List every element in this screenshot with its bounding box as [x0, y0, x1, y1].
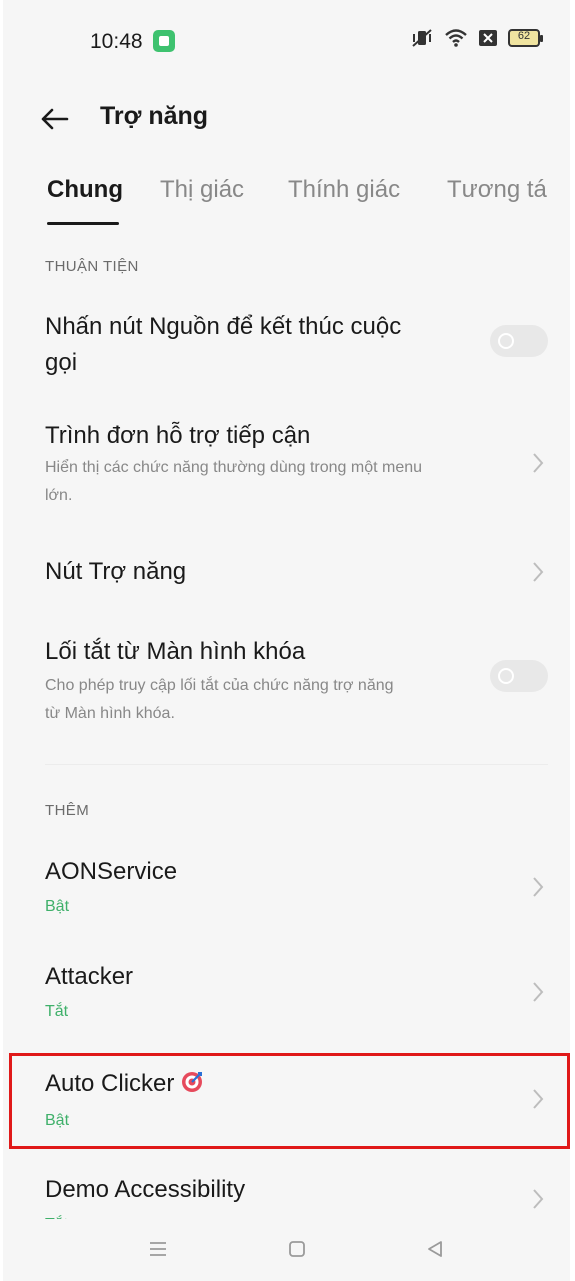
tab-general[interactable]: Chung [47, 176, 123, 204]
row-title: Auto Clicker [45, 1070, 175, 1097]
row-subtitle-continued: lớn. [45, 487, 73, 504]
row-title-continued: gọi [45, 349, 78, 376]
vibrate-mute-icon [412, 29, 432, 47]
status-time: 10:48 [90, 30, 143, 53]
row-status: Tắt [45, 1003, 69, 1020]
row-subtitle: Cho phép truy cập lối tắt của chức năng … [45, 677, 394, 694]
row-aonservice[interactable]: AONService Bật [3, 850, 570, 930]
chevron-right-icon [533, 877, 544, 897]
back-button[interactable] [39, 104, 75, 134]
tab-hearing[interactable]: Thính giác [288, 176, 400, 204]
arrow-left-icon [41, 108, 69, 130]
triangle-back-icon[interactable] [423, 1237, 447, 1261]
status-bar: 10:48 62 [3, 0, 570, 86]
power-button-end-call-toggle[interactable] [490, 325, 548, 357]
menu-icon[interactable] [146, 1237, 170, 1261]
row-title: Lối tắt từ Màn hình khóa [45, 638, 306, 665]
chevron-right-icon [533, 453, 544, 473]
page-title: Trợ năng [100, 102, 209, 130]
row-title: Trình đơn hỗ trợ tiếp cận [45, 422, 311, 449]
chevron-right-icon [533, 1089, 544, 1109]
app-notification-icon [153, 30, 175, 52]
tab-interaction[interactable]: Tương tá [447, 176, 547, 204]
tab-vision[interactable]: Thị giác [160, 176, 244, 204]
accessibility-screen: 10:48 62 Trợ năng Chung Thị giác Thính g… [3, 0, 570, 1281]
wifi-icon [445, 29, 467, 47]
section-divider [45, 764, 548, 765]
row-status: Bật [45, 898, 70, 915]
home-square-icon[interactable] [285, 1237, 309, 1261]
row-title: Nhấn nút Nguồn để kết thúc cuộc [45, 313, 402, 340]
row-title: Nút Trợ năng [45, 558, 187, 585]
chevron-right-icon [533, 562, 544, 582]
category-tabs: Chung Thị giác Thính giác Tương tá [3, 170, 570, 234]
row-subtitle-continued: từ Màn hình khóa. [45, 705, 175, 722]
section-header-more: THÊM [45, 802, 90, 819]
active-tab-indicator [47, 222, 119, 225]
app-header: Trợ năng [3, 86, 570, 150]
toggle-knob [498, 668, 514, 684]
status-icons: 62 [410, 28, 543, 48]
row-title: Attacker [45, 963, 134, 990]
battery-level: 62 [517, 30, 531, 42]
battery-icon: 62 [508, 29, 543, 47]
row-status: Bật [45, 1112, 70, 1129]
navigation-bar [3, 1219, 570, 1281]
chevron-right-icon [533, 982, 544, 1002]
row-lockscreen-shortcut[interactable]: Lối tắt từ Màn hình khóa Cho phép truy c… [3, 630, 570, 730]
row-power-button-end-call[interactable]: Nhấn nút Nguồn để kết thúc cuộc gọi [3, 305, 570, 385]
row-title-with-icon: Auto Clicker [45, 1066, 204, 1102]
row-title: Demo Accessibility [45, 1176, 246, 1203]
row-attacker[interactable]: Attacker Tắt [3, 955, 570, 1035]
target-icon [182, 1072, 203, 1092]
sim-error-icon [479, 30, 497, 46]
row-accessibility-menu[interactable]: Trình đơn hỗ trợ tiếp cận Hiển thị các c… [3, 414, 570, 514]
toggle-knob [498, 333, 514, 349]
chevron-right-icon [533, 1189, 544, 1209]
row-auto-clicker[interactable]: Auto Clicker Bật [3, 1062, 570, 1142]
row-accessibility-button[interactable]: Nút Trợ năng [3, 550, 570, 598]
row-title: AONService [45, 858, 178, 885]
row-subtitle: Hiển thị các chức năng thường dùng trong… [45, 459, 423, 476]
section-header-convenience: THUẬN TIỆN [45, 258, 139, 275]
lockscreen-shortcut-toggle[interactable] [490, 660, 548, 692]
